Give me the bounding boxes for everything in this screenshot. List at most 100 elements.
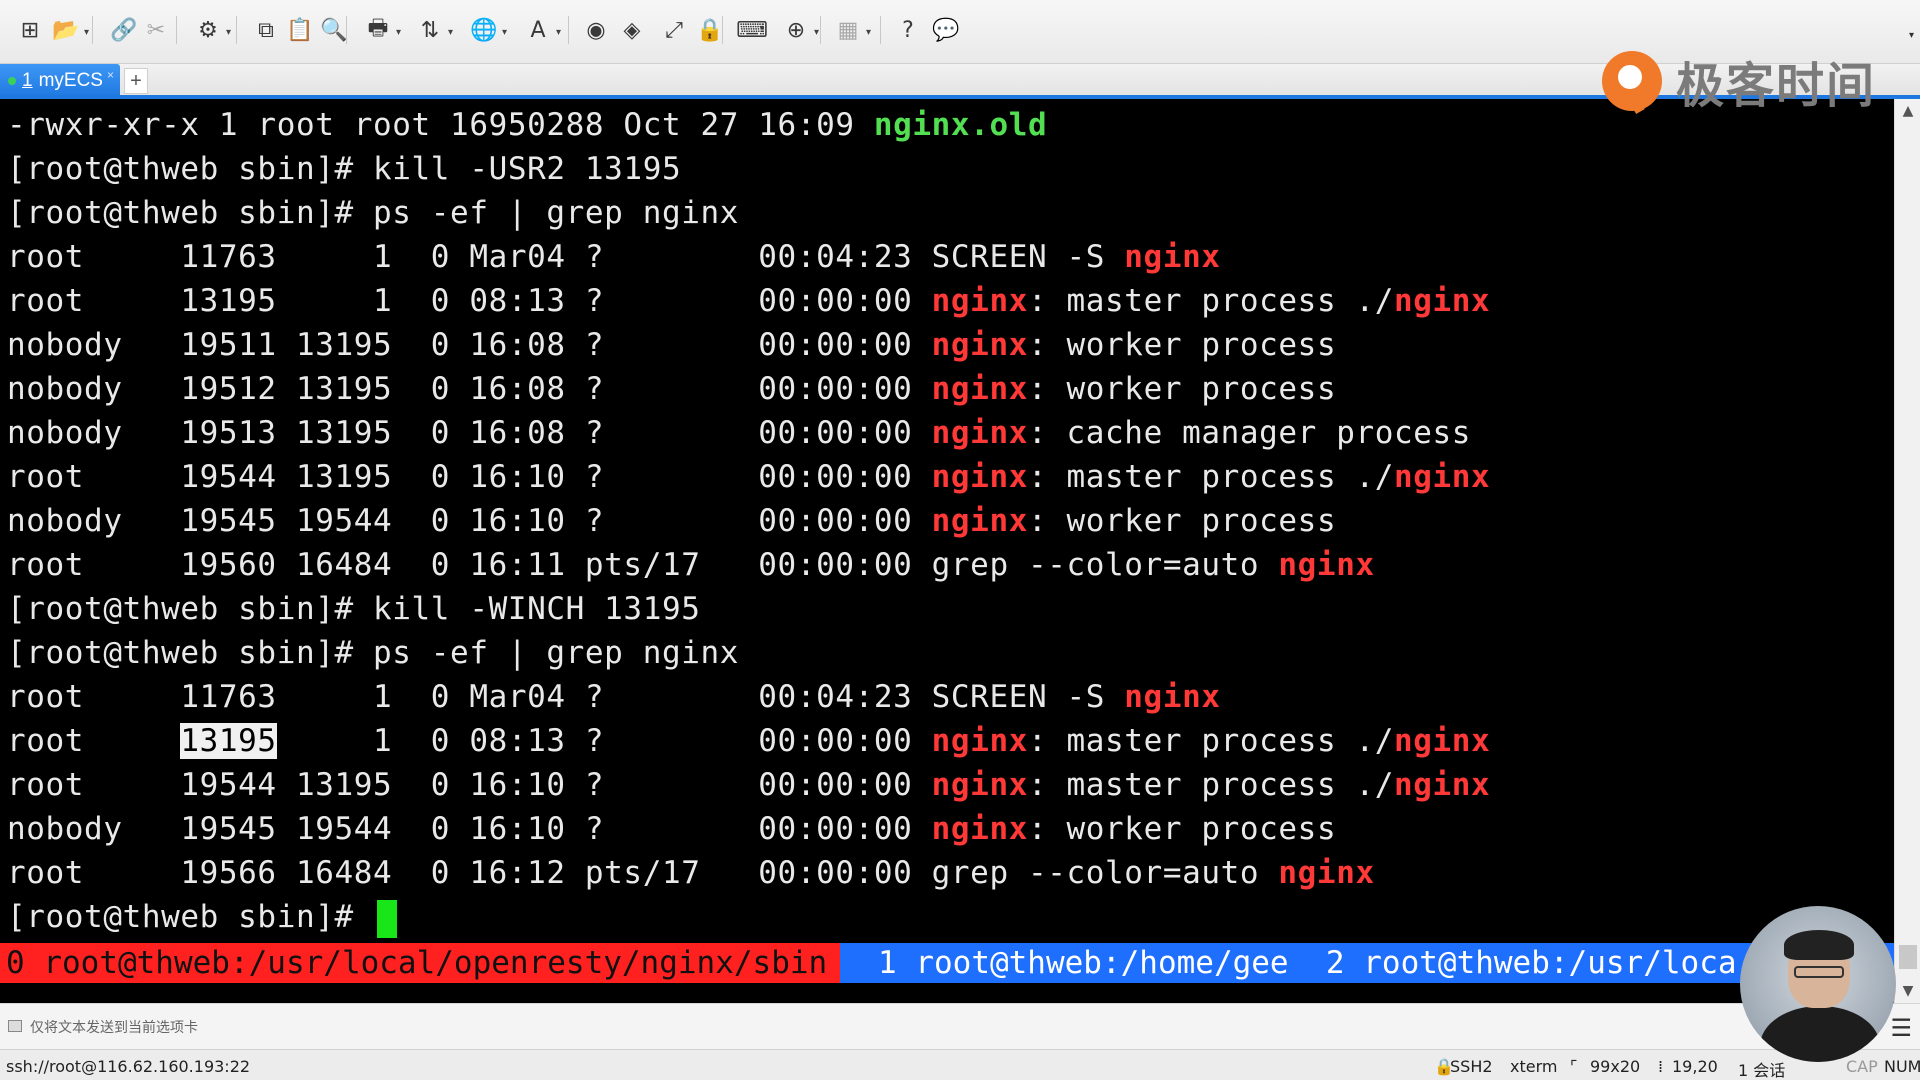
terminal-text: root 19560 16484 0 16:11 pts/17 00:00:00…	[7, 547, 1279, 583]
open-folder-icon[interactable]: 📂	[50, 14, 82, 46]
terminal-line: -rwxr-xr-x 1 root root 16950288 Oct 27 1…	[7, 103, 1047, 147]
copy-icon[interactable]: ⧉	[250, 14, 282, 46]
help-icon[interactable]: ?	[892, 14, 924, 46]
terminal-line: root 13195 1 0 08:13 ? 00:00:00 nginx: m…	[7, 719, 1490, 763]
terminal-text: nginx	[931, 415, 1028, 451]
terminal-line: nobody 19545 19544 0 16:10 ? 00:00:00 ng…	[7, 807, 1336, 851]
terminal-text: root 19566 16484 0 16:12 pts/17 00:00:00…	[7, 855, 1279, 891]
screen-window-list: 1 root@thweb:/home/gee 2 root@thweb:/usr…	[840, 943, 1894, 983]
connection-status-icon	[8, 77, 16, 85]
terminal-line: root 19544 13195 0 16:10 ? 00:00:00 ngin…	[7, 763, 1490, 807]
dropdown-caret-icon[interactable]: ▾	[396, 27, 406, 38]
dropdown-caret-icon[interactable]: ▾	[448, 27, 458, 38]
reconnect-icon[interactable]: 🔗	[108, 14, 140, 46]
terminal-text: nginx	[931, 723, 1028, 759]
terminal-text: nginx.old	[873, 107, 1048, 143]
terminal-text: nginx	[1394, 767, 1491, 803]
terminal-text: [root@thweb sbin]#	[7, 899, 374, 935]
scroll-thumb[interactable]	[1899, 945, 1917, 969]
terminal-text: nobody 19513 13195 0 16:08 ? 00:00:00	[7, 415, 932, 451]
terminal-text: : worker process	[1027, 327, 1337, 363]
add-tab-button[interactable]: +	[124, 68, 148, 94]
terminal-text: -rwxr-xr-x 1 root root 16950288 Oct 27 1…	[7, 107, 874, 143]
presenter-hair	[1784, 930, 1854, 960]
screen-status-line: 0 root@thweb:/usr/local/openresty/nginx/…	[0, 943, 1894, 983]
connection-address: ssh://root@116.62.160.193:22	[6, 1057, 251, 1076]
fullscreen-icon[interactable]: ⤢	[658, 14, 690, 46]
xagent-icon[interactable]: ◈	[616, 14, 648, 46]
terminal-text: : master process ./	[1028, 723, 1395, 759]
terminal-line: nobody 19545 19544 0 16:10 ? 00:00:00 ng…	[7, 499, 1336, 543]
terminal-text: nginx	[1394, 723, 1491, 759]
terminal-text: [root@thweb sbin]# kill -WINCH 13195	[7, 591, 701, 627]
disconnect-icon[interactable]: ✂	[140, 14, 172, 46]
toolbar-separator	[722, 16, 723, 44]
tab-myecs[interactable]: 1 myECS ×	[0, 64, 120, 98]
protocol-label: SSH2	[1450, 1057, 1493, 1076]
terminal-line: root 11763 1 0 Mar04 ? 00:04:23 SCREEN -…	[7, 235, 1221, 279]
terminal-line: [root@thweb sbin]# kill -WINCH 13195	[7, 587, 701, 631]
layout-icon[interactable]: ▦	[832, 14, 864, 46]
presenter-glasses	[1794, 966, 1844, 978]
dropdown-caret-icon[interactable]: ▾	[866, 27, 876, 38]
terminal-line: nobody 19512 13195 0 16:08 ? 00:00:00 ng…	[7, 367, 1336, 411]
scroll-down-icon[interactable]: ▼	[1895, 983, 1920, 999]
add-icon[interactable]: ⊕	[780, 14, 812, 46]
num-indicator: NUM	[1884, 1057, 1920, 1076]
toolbar-separator	[880, 16, 881, 44]
chat-icon[interactable]: 💬	[930, 14, 962, 46]
compose-input[interactable]: 仅将文本发送到当前选项卡	[30, 1017, 198, 1037]
terminal-scrollbar[interactable]: ▲ ▼	[1894, 99, 1920, 1003]
terminal-text: : master process ./	[1027, 767, 1394, 803]
terminal-line: [root@thweb sbin]# kill -USR2 13195	[7, 147, 681, 191]
cursor-icon: ⁞	[1658, 1057, 1664, 1076]
terminal-text: : master process ./	[1027, 283, 1394, 319]
terminal-text: nobody 19545 19544 0 16:10 ? 00:00:00	[7, 811, 932, 847]
terminal-line: nobody 19513 13195 0 16:08 ? 00:00:00 ng…	[7, 411, 1471, 455]
terminal-text: root	[7, 723, 181, 759]
terminal-line: [root@thweb sbin]# ps -ef | grep nginx	[7, 631, 739, 675]
compose-menu-icon[interactable]: ☰	[1890, 1014, 1912, 1042]
font-icon[interactable]: A	[522, 14, 554, 46]
properties-icon[interactable]: ⚙	[192, 14, 224, 46]
terminal-text: nginx	[931, 503, 1028, 539]
terminal-text: root 11763 1 0 Mar04 ? 00:04:23 SCREEN -…	[7, 239, 1125, 275]
terminal-text: nginx	[931, 767, 1028, 803]
terminal-line: root 19544 13195 0 16:10 ? 00:00:00 ngin…	[7, 455, 1490, 499]
terminal-text: : worker process	[1027, 811, 1337, 847]
terminal-output[interactable]: -rwxr-xr-x 1 root root 16950288 Oct 27 1…	[0, 99, 1894, 1003]
print-icon[interactable]: 🖶	[362, 14, 394, 46]
logo-text: 极客时间	[1675, 58, 1876, 114]
transfer-icon[interactable]: ⇅	[414, 14, 446, 46]
cursor-position-label: 19,20	[1672, 1057, 1718, 1076]
compose-toggle-icon[interactable]	[8, 1020, 22, 1032]
geektime-logo: 极客时间	[1601, 44, 1876, 118]
tab-close-icon[interactable]: ×	[107, 68, 114, 82]
toolbar-separator	[176, 16, 177, 44]
terminal-text: 1 0 08:13 ? 00:00:00	[276, 723, 932, 759]
keyboard-icon[interactable]: ⌨	[736, 14, 768, 46]
terminal-text: nobody 19512 13195 0 16:08 ? 00:00:00	[7, 371, 932, 407]
dropdown-caret-icon[interactable]: ▾	[556, 27, 566, 38]
globe-icon[interactable]: 🌐	[468, 14, 500, 46]
dropdown-caret-icon[interactable]: ▾	[226, 27, 236, 38]
terminal-size-label: 99x20	[1590, 1057, 1641, 1076]
new-session-icon[interactable]: ⊞	[14, 14, 46, 46]
terminal-text: nginx	[1394, 459, 1491, 495]
status-bar: ssh://root@116.62.160.193:22 🔒 SSH2 xter…	[0, 1049, 1920, 1080]
geektime-logo-icon	[1601, 51, 1662, 111]
terminal-text: : master process ./	[1027, 459, 1394, 495]
terminal-text: root 19544 13195 0 16:10 ? 00:00:00	[7, 767, 932, 803]
scroll-up-icon[interactable]: ▲	[1895, 103, 1920, 119]
terminal-line: [root@thweb sbin]#	[7, 895, 398, 939]
terminal-type-label: xterm	[1510, 1057, 1558, 1076]
xftp-icon[interactable]: ◉	[580, 14, 612, 46]
size-icon: ⌜	[1570, 1057, 1578, 1076]
terminal-text: nobody 19545 19544 0 16:10 ? 00:00:00	[7, 503, 932, 539]
toolbar-overflow-icon[interactable]: ▾	[1909, 30, 1914, 41]
terminal-text: nginx	[1278, 547, 1375, 583]
dropdown-caret-icon[interactable]: ▾	[814, 27, 824, 38]
dropdown-caret-icon[interactable]: ▾	[502, 27, 512, 38]
terminal-text: root 19544 13195 0 16:10 ? 00:00:00	[7, 459, 932, 495]
paste-icon[interactable]: 📋	[284, 14, 316, 46]
